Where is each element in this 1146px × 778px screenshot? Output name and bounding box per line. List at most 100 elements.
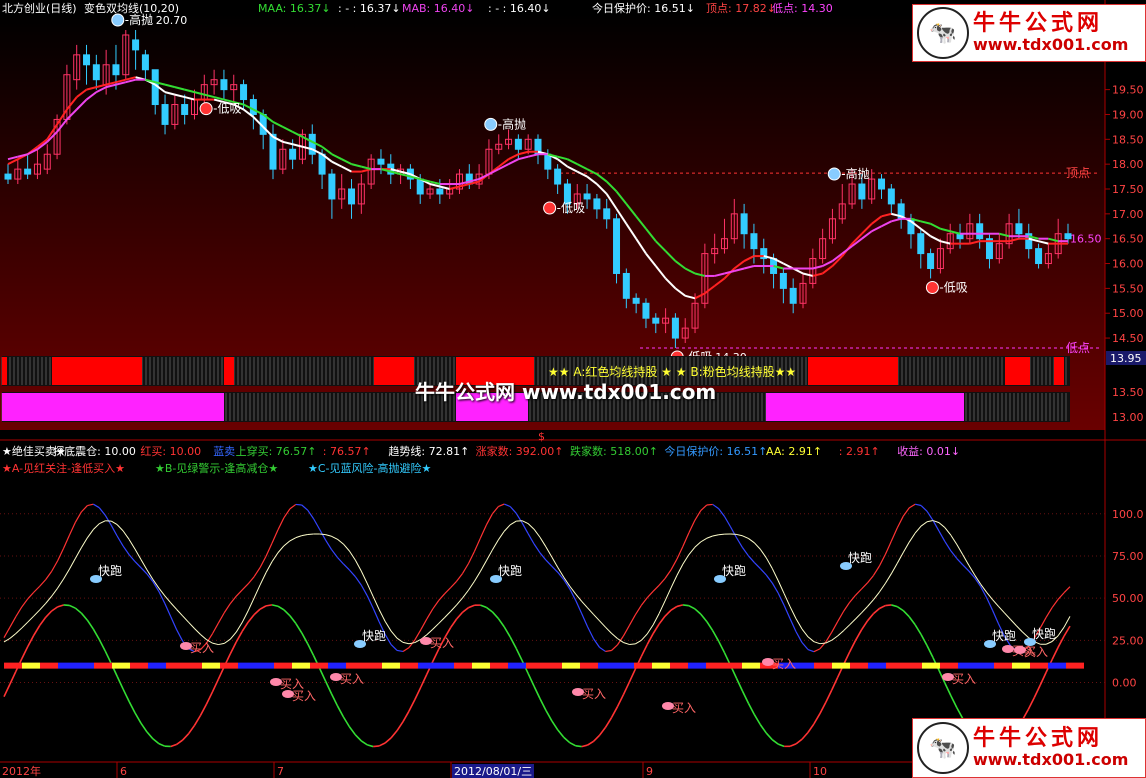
osc-line <box>9 616 17 628</box>
trend-line <box>843 624 851 631</box>
sub-header-item: 收益: 0.01↓ <box>897 444 960 458</box>
signal-line <box>581 744 588 748</box>
trend-line <box>188 621 195 629</box>
osc-line <box>861 582 868 590</box>
trend-line <box>122 530 130 540</box>
band-red-seg <box>1005 357 1030 385</box>
osc-line <box>724 516 732 528</box>
trend-line <box>1010 619 1017 627</box>
signal-line <box>1039 671 1047 686</box>
band-magenta-seg <box>2 393 224 421</box>
signal-line <box>885 604 892 607</box>
osc-line <box>783 605 791 619</box>
osc-line <box>539 552 547 561</box>
osc-line <box>390 644 398 651</box>
signal-line <box>354 734 362 742</box>
candle-body <box>652 317 660 324</box>
signal-line <box>950 695 958 709</box>
trend-line <box>944 527 952 536</box>
zero-signal-bar <box>328 662 346 669</box>
zero-signal-bar <box>94 662 112 669</box>
trend-line <box>748 538 755 544</box>
osc-line <box>1057 592 1065 600</box>
signal-line <box>759 724 767 734</box>
osc-line <box>664 569 672 579</box>
trend-line <box>485 549 493 562</box>
osc-line <box>902 507 910 517</box>
zero-signal-bar <box>886 662 904 669</box>
osc-line <box>116 535 124 547</box>
x-axis-label: 6 <box>120 765 127 778</box>
osc-line <box>837 610 845 622</box>
candle-body <box>240 84 248 101</box>
signal-line <box>324 680 333 695</box>
trend-line <box>86 529 94 539</box>
trend-line <box>80 537 88 548</box>
osc-line <box>962 564 970 572</box>
signal-line <box>879 604 886 610</box>
zero-signal-bar <box>202 662 220 669</box>
osc-line <box>57 548 65 562</box>
trend-line <box>694 541 702 548</box>
signal-line <box>926 645 934 659</box>
osc-line <box>801 642 809 650</box>
y-tick-label: 17.00 <box>1112 208 1144 221</box>
signal-line <box>462 606 470 613</box>
zero-signal-bar <box>184 662 202 669</box>
header-maa2: : - : 16.37↓ <box>338 2 401 15</box>
zero-signal-bar <box>166 662 184 669</box>
y-tick-label: 13.50 <box>1112 386 1144 399</box>
candle-body <box>328 173 336 200</box>
zero-signal-bar <box>1048 662 1066 669</box>
candle-body <box>917 233 925 255</box>
osc-line <box>682 532 690 547</box>
candle-body <box>779 272 787 289</box>
high-sell-icon <box>827 167 841 181</box>
trend-line <box>1045 641 1053 645</box>
candle-body <box>24 168 32 175</box>
osc-line <box>456 573 464 582</box>
candle-body <box>289 148 297 160</box>
signal-line <box>193 714 202 726</box>
annotation-label: -高抛 <box>841 166 869 181</box>
osc-line <box>110 524 118 537</box>
x-axis-label: 2012/08/01/三 <box>454 765 532 778</box>
osc-line <box>45 571 53 580</box>
osc-line <box>122 545 130 555</box>
osc-line <box>473 537 481 552</box>
sub-y-tick-label: 75.00 <box>1112 550 1144 563</box>
signal-line <box>367 744 374 748</box>
watermark-url: www.tdx001.com <box>973 35 1129 55</box>
signal-line <box>515 647 523 661</box>
annotation-label: -高抛 <box>498 116 526 131</box>
signal-line <box>825 689 833 703</box>
zero-signal-bar <box>994 662 1012 669</box>
zero-signal-bar <box>130 662 148 669</box>
signal-line <box>265 604 273 607</box>
trend-line <box>229 631 237 640</box>
run-signal-label: 快跑 <box>1032 627 1056 641</box>
osc-line <box>706 503 713 506</box>
osc-line <box>956 558 964 566</box>
trend-line <box>343 543 350 552</box>
trend-line <box>450 604 457 612</box>
trend-line <box>110 520 118 526</box>
osc-line <box>753 562 761 569</box>
osc-line <box>950 550 958 559</box>
watermark-url-bottom: www.tdx001.com <box>973 750 1129 770</box>
signal-line <box>158 742 166 747</box>
trend-line <box>521 520 529 524</box>
trend-line <box>474 571 481 582</box>
osc-line <box>890 527 898 542</box>
signal-line <box>789 743 797 748</box>
cow-logo-icon: 🐄 <box>917 7 969 59</box>
osc-line <box>68 521 77 536</box>
candle-body <box>112 64 120 76</box>
signal-line <box>205 691 214 705</box>
zero-signal-bar <box>22 662 40 669</box>
trend-line <box>224 638 231 644</box>
osc-line <box>384 634 392 645</box>
signal-line <box>468 604 475 609</box>
y-tick-label: 17.50 <box>1112 183 1144 196</box>
trend-line <box>182 615 189 623</box>
